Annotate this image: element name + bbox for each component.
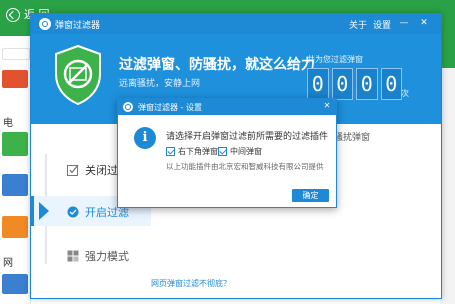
mode-option-label: 强力模式 xyxy=(85,250,129,263)
sidebar-label-1: 电 xyxy=(3,118,13,129)
option-bottom-right-checkbox[interactable]: 右下角弹窗 xyxy=(166,146,218,157)
plugin-title: 弹窗过滤器 xyxy=(55,21,101,31)
plugin-titlebar[interactable]: 弹窗过滤器 关于 设置 — ✕ xyxy=(31,14,441,34)
provider-note: 以上功能插件由北京宏和智威科技有限公司提供 xyxy=(166,162,324,171)
counter-unit: 次 xyxy=(401,89,409,98)
banner-subtitle: 远离骚扰，安静上网 xyxy=(119,79,201,89)
main-app-right-edge xyxy=(440,36,455,304)
minimize-button[interactable]: — xyxy=(397,16,411,30)
confirm-button[interactable]: 确定 xyxy=(292,189,329,202)
option-center-checkbox[interactable]: 中间弹窗 xyxy=(218,146,262,157)
counter-digit: 0 xyxy=(380,68,402,100)
checkbox-label: 右下角弹窗 xyxy=(178,147,218,156)
counter-digit: 0 xyxy=(307,68,329,100)
checkbox-label: 中间弹窗 xyxy=(230,147,262,156)
back-arrow-icon xyxy=(6,8,20,22)
counter-digit: 0 xyxy=(331,68,353,100)
main-app-sidebar: 电 网 xyxy=(0,36,31,304)
grid-icon xyxy=(67,250,79,262)
settings-link[interactable]: 设置 xyxy=(373,18,391,31)
app-tile-icon[interactable] xyxy=(2,132,28,156)
sidebar-label-2: 网 xyxy=(3,258,13,269)
settings-dialog: 弹窗过滤器 - 设置 ✕ i 请选择开启弹窗过滤前所需要的过滤插件 右下角弹窗 … xyxy=(117,98,337,208)
toolbox-icon[interactable] xyxy=(2,48,30,60)
app-tile-icon[interactable] xyxy=(2,174,28,196)
dialog-titlebar[interactable]: 弹窗过滤器 - 设置 ✕ xyxy=(118,99,336,115)
counter-label: 共为您过滤弹窗 xyxy=(307,55,363,64)
dialog-logo-icon xyxy=(123,102,133,112)
mode-option-strong[interactable]: 强力模式 xyxy=(67,248,129,264)
active-step-arrow-icon xyxy=(39,202,49,220)
dialog-title: 弹窗过滤器 - 设置 xyxy=(138,103,202,112)
app-tile-icon[interactable] xyxy=(2,216,28,238)
checkbox-checked-icon xyxy=(218,147,227,156)
checkbox-icon xyxy=(67,164,79,176)
app-tile-icon[interactable] xyxy=(2,274,28,294)
check-circle-icon xyxy=(67,206,79,218)
main-app-right-edge-top xyxy=(440,36,455,68)
info-icon: i xyxy=(134,127,156,149)
app-tile-icon[interactable] xyxy=(2,70,28,88)
help-link[interactable]: 网页弹窗过滤不彻底？ xyxy=(151,278,231,289)
dialog-question: 请选择开启弹窗过滤前所需要的过滤插件 xyxy=(166,132,329,142)
plugin-logo-icon xyxy=(39,18,51,30)
close-button[interactable]: ✕ xyxy=(417,16,431,30)
counter-digit: 0 xyxy=(356,68,378,100)
shield-icon xyxy=(55,44,101,106)
banner-title: 过滤弹窗、防骚扰，就这么给力 xyxy=(119,57,315,73)
dialog-close-button[interactable]: ✕ xyxy=(321,100,333,112)
about-link[interactable]: 关于 xyxy=(349,18,367,31)
checkbox-checked-icon xyxy=(166,147,175,156)
blocked-counter: 0 0 0 0 xyxy=(307,68,402,100)
